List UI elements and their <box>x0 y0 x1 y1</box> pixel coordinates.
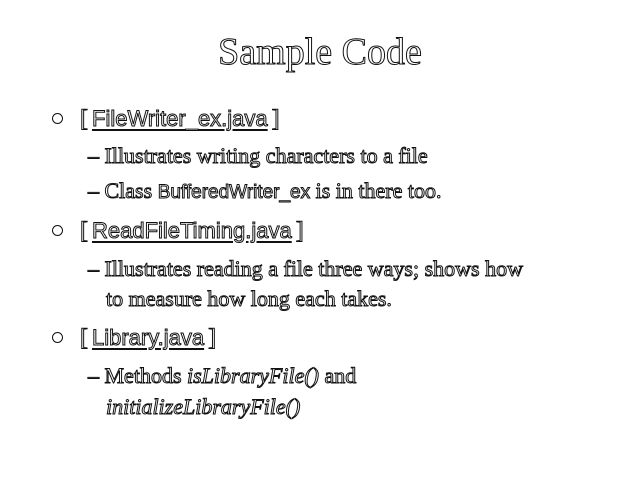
close-bracket: ] <box>208 325 217 352</box>
sub-item-prefix: – Class <box>88 178 158 204</box>
filewriter-ex-link[interactable]: FileWriter_ex.java <box>92 106 269 132</box>
slide-title: Sample Code <box>218 31 423 74</box>
bullet-item-filewriter: [FileWriter_ex.java] <box>52 106 280 133</box>
hollow-bullet-icon <box>52 112 63 124</box>
open-bracket: [ <box>80 218 89 245</box>
open-bracket: [ <box>80 325 89 352</box>
sub-item-bufferedwriter: – Class BufferedWriter_ex is in there to… <box>88 177 442 207</box>
bullet-item-readfiletiming: [ReadFileTiming.java] <box>52 218 304 245</box>
sub-item-reading-file: – Illustrates reading a file three ways;… <box>88 256 524 282</box>
sub-item-writing-characters: – Illustrates writing characters to a fi… <box>88 143 429 169</box>
readfiletiming-link[interactable]: ReadFileTiming.java <box>92 218 293 244</box>
class-name: BufferedWriter_ex <box>157 182 311 204</box>
slide: Sample Code [FileWriter_ex.java] – Illus… <box>0 0 640 480</box>
hollow-bullet-icon <box>52 224 63 236</box>
library-java-link[interactable]: Library.java <box>91 325 204 351</box>
close-bracket: ] <box>295 218 304 245</box>
open-bracket: [ <box>80 106 89 133</box>
sub-item-methods: – Methods isLibraryFile() and <box>88 362 357 390</box>
close-bracket: ] <box>271 106 280 133</box>
method-name-continued: initializeLibraryFile() <box>105 394 301 420</box>
method-name: isLibraryFile() <box>187 363 320 389</box>
sub-item-prefix: – Methods <box>88 363 187 389</box>
hollow-bullet-icon <box>52 331 63 343</box>
sub-item-mid: and <box>319 363 357 389</box>
bullet-item-library: [Library.java] <box>52 325 217 352</box>
sub-item-reading-file-continued: to measure how long each takes. <box>106 286 393 312</box>
sub-item-suffix: is in there too. <box>310 178 442 204</box>
